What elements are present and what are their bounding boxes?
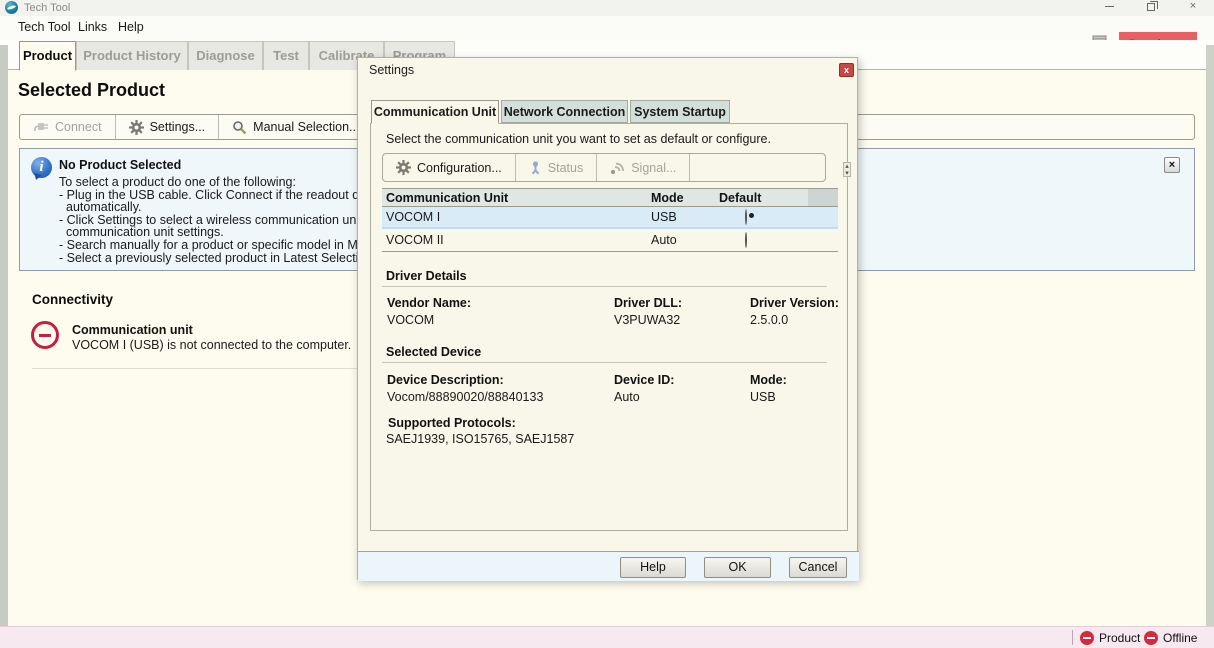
magnifier-icon bbox=[232, 120, 247, 135]
page-title: Selected Product bbox=[18, 80, 165, 101]
status-button[interactable]: Status bbox=[516, 154, 597, 181]
selected-device-heading: Selected Device bbox=[386, 345, 481, 359]
settings-button[interactable]: Settings... bbox=[116, 115, 220, 139]
dialog-tab-communication-unit[interactable]: Communication Unit bbox=[371, 100, 499, 124]
dialog-tab-network-connection[interactable]: Network Connection bbox=[501, 100, 628, 123]
device-description-value: Vocom/88890020/88840133 bbox=[387, 390, 543, 404]
communication-unit-title: Communication unit bbox=[72, 323, 193, 337]
device-id-value: Auto bbox=[614, 390, 640, 404]
right-edge-strip bbox=[1206, 45, 1214, 626]
menu-bar: Tech Tool Links Help Developer Tool bbox=[0, 16, 1214, 40]
dialog-title: Settings bbox=[369, 63, 414, 77]
connect-button[interactable]: Connect bbox=[20, 115, 116, 139]
column-mode: Mode bbox=[647, 191, 715, 205]
help-button[interactable]: Help bbox=[620, 557, 686, 578]
status-person-icon bbox=[529, 161, 542, 175]
tab-product[interactable]: Product bbox=[19, 41, 76, 71]
table-row-vocom-i[interactable]: VOCOM I USB bbox=[382, 207, 838, 229]
column-communication-unit: Communication Unit bbox=[382, 191, 647, 205]
dialog-tab-system-startup[interactable]: System Startup bbox=[630, 100, 730, 123]
tab-test[interactable]: Test bbox=[263, 41, 309, 70]
status-separator bbox=[1072, 630, 1073, 645]
product-status-label: Product bbox=[1099, 631, 1140, 645]
info-icon: i bbox=[31, 157, 52, 178]
close-window-button[interactable]: × bbox=[1182, 0, 1204, 14]
vendor-name-value: VOCOM bbox=[387, 313, 434, 327]
dialog-close-button[interactable]: x bbox=[839, 63, 854, 77]
communication-unit-table: Communication Unit Mode Default VOCOM I … bbox=[382, 188, 838, 252]
driver-version-label: Driver Version: bbox=[750, 296, 839, 310]
column-default: Default bbox=[715, 191, 808, 205]
connectivity-heading: Connectivity bbox=[32, 292, 113, 307]
signal-icon bbox=[610, 161, 625, 175]
driver-dll-label: Driver DLL: bbox=[614, 296, 682, 310]
tab-product-history[interactable]: Product History bbox=[76, 41, 188, 70]
divider bbox=[382, 362, 827, 363]
vendor-name-label: Vendor Name: bbox=[387, 296, 471, 310]
menu-help[interactable]: Help bbox=[118, 20, 144, 34]
communication-unit-status: VOCOM I (USB) is not connected to the co… bbox=[72, 338, 351, 352]
device-id-label: Device ID: bbox=[614, 373, 674, 387]
connector-icon bbox=[33, 120, 49, 134]
divider bbox=[382, 286, 827, 287]
app-window: Tech Tool × Tech Tool Links Help Develop… bbox=[0, 0, 1214, 648]
communication-unit-panel: Select the communication unit you want t… bbox=[370, 123, 848, 531]
mode-value: USB bbox=[750, 390, 776, 404]
ok-button[interactable]: OK bbox=[704, 557, 771, 578]
dialog-toolbar: Configuration... Status Signal... bbox=[382, 153, 826, 182]
product-status-icon bbox=[1080, 631, 1094, 645]
gear-icon bbox=[396, 160, 411, 175]
dialog-description: Select the communication unit you want t… bbox=[386, 132, 771, 146]
info-box-close-button[interactable]: × bbox=[1164, 157, 1180, 173]
cancel-button[interactable]: Cancel bbox=[789, 557, 847, 578]
minimize-button[interactable] bbox=[1098, 0, 1120, 14]
window-title: Tech Tool bbox=[24, 2, 70, 14]
table-header: Communication Unit Mode Default bbox=[382, 188, 838, 207]
gear-icon bbox=[129, 120, 144, 135]
column-extra bbox=[808, 189, 838, 206]
settings-dialog: Settings x Communication Unit Network Co… bbox=[357, 57, 858, 580]
dialog-footer: Help OK Cancel bbox=[358, 552, 859, 581]
driver-details-heading: Driver Details bbox=[386, 269, 467, 283]
menu-tech-tool[interactable]: Tech Tool bbox=[18, 20, 71, 34]
default-radio-vocom-ii[interactable] bbox=[745, 232, 747, 248]
signal-button[interactable]: Signal... bbox=[597, 154, 690, 181]
disconnected-icon bbox=[31, 321, 59, 349]
driver-dll-value: V3PUWA32 bbox=[614, 313, 680, 327]
offline-status-label: Offline bbox=[1163, 631, 1197, 645]
driver-version-value: 2.5.0.0 bbox=[750, 313, 788, 327]
app-logo-icon bbox=[5, 1, 18, 14]
info-box-title: No Product Selected bbox=[59, 158, 181, 172]
status-bar: Product Offline bbox=[0, 626, 1214, 648]
restore-button[interactable] bbox=[1140, 0, 1162, 14]
manual-selection-button[interactable]: Manual Selection... bbox=[219, 115, 373, 139]
offline-status-icon bbox=[1144, 631, 1158, 645]
device-description-label: Device Description: bbox=[387, 373, 504, 387]
left-edge-strip bbox=[0, 45, 8, 626]
default-radio-vocom-i[interactable] bbox=[745, 209, 747, 225]
configuration-button[interactable]: Configuration... bbox=[383, 154, 516, 181]
mode-label: Mode: bbox=[750, 373, 787, 387]
title-bar: Tech Tool × bbox=[0, 0, 1214, 16]
divider bbox=[32, 368, 362, 369]
supported-protocols-label: Supported Protocols: bbox=[388, 416, 516, 430]
menu-links[interactable]: Links bbox=[78, 20, 107, 34]
table-row-vocom-ii[interactable]: VOCOM II Auto bbox=[382, 229, 838, 251]
supported-protocols-value: SAEJ1939, ISO15765, SAEJ1587 bbox=[386, 432, 574, 446]
tab-diagnose[interactable]: Diagnose bbox=[188, 41, 263, 70]
toolbar-overflow-handle[interactable]: ▴▾ bbox=[843, 162, 851, 177]
